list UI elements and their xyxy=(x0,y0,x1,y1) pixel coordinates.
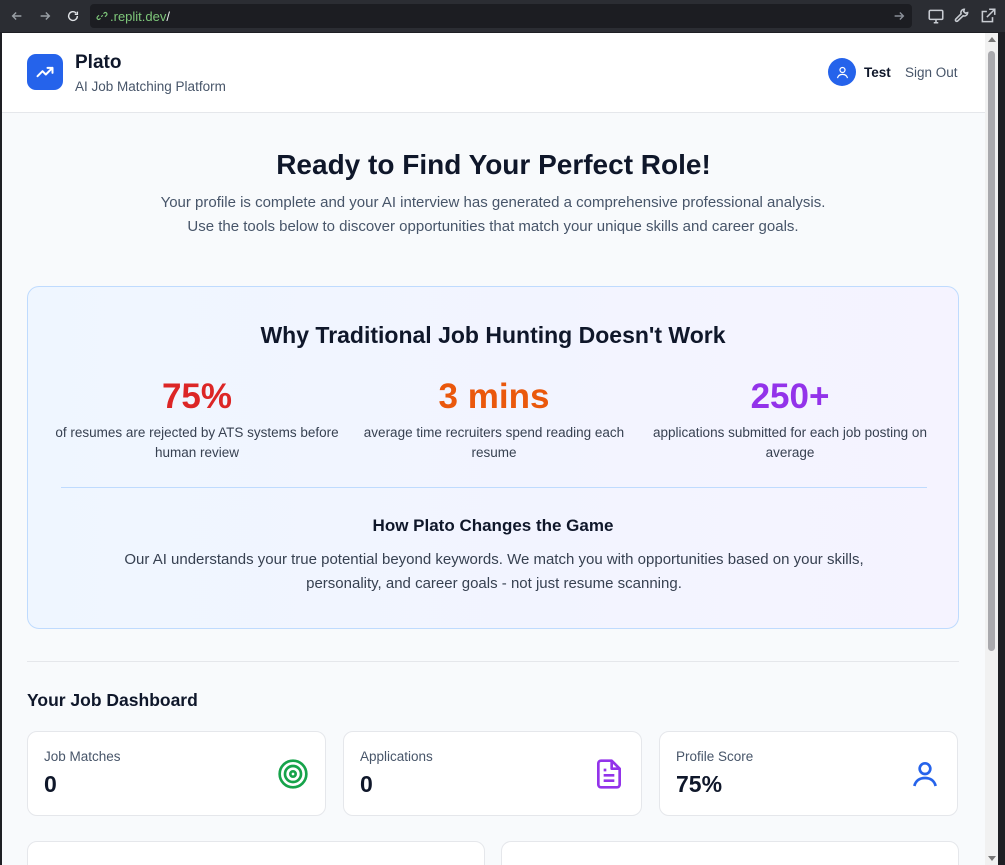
avatar[interactable] xyxy=(828,58,856,86)
monitor-icon[interactable] xyxy=(927,7,945,25)
external-link-icon[interactable] xyxy=(979,7,997,25)
forward-icon[interactable] xyxy=(34,5,56,27)
scroll-up-icon[interactable] xyxy=(988,37,996,42)
sign-out-button[interactable]: Sign Out xyxy=(905,65,958,80)
trending-up-icon xyxy=(36,66,54,78)
metric-label: Profile Score xyxy=(676,749,754,764)
job-matches-card[interactable]: Job Matches 0 xyxy=(27,731,326,816)
metric-value: 0 xyxy=(44,771,57,797)
hero-title: Ready to Find Your Perfect Role! xyxy=(276,149,711,180)
how-description: Our AI understands your true potential b… xyxy=(124,551,864,592)
stat-recruiter-time: 3 mins average time recruiters spend rea… xyxy=(349,375,639,463)
divider xyxy=(61,487,927,488)
wrench-icon[interactable] xyxy=(953,7,971,25)
section-divider xyxy=(27,661,959,662)
stat-description: applications submitted for each job post… xyxy=(653,425,927,460)
metric-value: 75% xyxy=(676,771,723,797)
user-icon xyxy=(913,762,937,787)
why-card: Why Traditional Job Hunting Doesn't Work… xyxy=(27,286,959,629)
go-arrow-icon[interactable] xyxy=(892,9,906,23)
browser-toolbar: .replit.dev / xyxy=(0,0,1005,32)
stat-applications: 250+ applications submitted for each job… xyxy=(645,375,935,463)
app-header: Plato AI Job Matching Platform Test Sign… xyxy=(2,33,985,113)
brand-subtitle: AI Job Matching Platform xyxy=(75,79,226,94)
back-icon[interactable] xyxy=(6,5,28,27)
metric-value: 0 xyxy=(360,771,373,797)
stat-description: of resumes are rejected by ATS systems b… xyxy=(55,425,339,460)
how-title: How Plato Changes the Game xyxy=(372,516,614,535)
profile-score-card[interactable]: Profile Score 75% xyxy=(659,731,958,816)
user-icon xyxy=(836,66,848,78)
dashboard-panel-right xyxy=(501,841,959,865)
brand-title: Plato xyxy=(75,52,122,73)
why-title: Why Traditional Job Hunting Doesn't Work xyxy=(260,322,726,348)
stat-ats: 75% of resumes are rejected by ATS syste… xyxy=(52,375,342,463)
stat-description: average time recruiters spend reading ea… xyxy=(363,425,625,460)
applications-card[interactable]: Applications 0 xyxy=(343,731,642,816)
stat-value: 75% xyxy=(161,377,233,416)
document-icon xyxy=(597,759,621,789)
scrollbar-thumb[interactable] xyxy=(988,51,995,651)
page-viewport: Plato AI Job Matching Platform Test Sign… xyxy=(2,33,998,865)
url-path: / xyxy=(166,8,170,24)
dashboard-title: Your Job Dashboard xyxy=(27,690,198,710)
logo[interactable] xyxy=(27,54,63,90)
metric-label: Applications xyxy=(360,749,433,764)
link-icon xyxy=(96,11,108,21)
stat-value: 250+ xyxy=(750,377,830,416)
scroll-down-icon[interactable] xyxy=(988,856,996,861)
url-domain: .replit.dev xyxy=(110,8,167,24)
target-icon xyxy=(278,759,308,789)
user-name[interactable]: Test xyxy=(864,65,891,80)
reload-icon[interactable] xyxy=(62,5,84,27)
metric-label: Job Matches xyxy=(44,749,121,764)
dashboard-panel-left xyxy=(27,841,485,865)
scrollbar[interactable] xyxy=(985,33,998,865)
stat-value: 3 mins xyxy=(438,377,550,416)
hero-description: Your profile is complete and your AI int… xyxy=(160,194,826,235)
address-bar[interactable]: .replit.dev / xyxy=(90,4,912,28)
